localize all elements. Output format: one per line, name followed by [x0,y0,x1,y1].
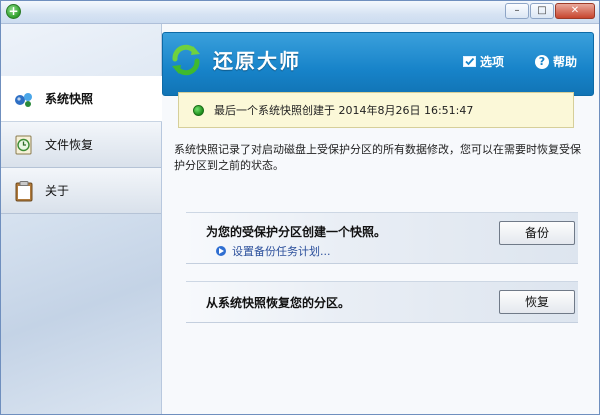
options-label: 选项 [480,55,505,69]
help-label: 帮助 [553,55,578,69]
sidebar: 系统快照 文件恢复 关于 [1,24,162,414]
checkbox-icon [463,56,476,67]
notice-text: 最后一个系统快照创建于 2014年8月26日 16:51:47 [214,104,474,117]
close-button[interactable]: ✕ [555,3,595,19]
last-snapshot-notice: 最后一个系统快照创建于 2014年8月26日 16:51:47 [178,92,574,128]
clipboard-icon [13,180,35,202]
backup-section: 为您的受保护分区创建一个快照。 设置备份任务计划... 备份 [186,212,578,264]
restore-button[interactable]: 恢复 [499,290,575,314]
help-link[interactable]: ? 帮助 [535,53,577,70]
network-globe-icon [13,88,35,110]
sidebar-item-label: 系统快照 [45,92,94,106]
sidebar-item-system-snapshot[interactable]: 系统快照 [1,76,162,122]
schedule-backup-link[interactable]: 设置备份任务计划... [216,243,331,259]
minimize-button[interactable]: – [505,3,529,19]
sidebar-item-label: 文件恢复 [45,138,94,152]
restore-section: 从系统快照恢复您的分区。 恢复 [186,281,578,323]
backup-label: 为您的受保护分区创建一个快照。 [206,225,387,239]
window-controls: – □ ✕ [505,3,595,19]
schedule-link-text: 设置备份任务计划... [232,245,331,258]
app-window: + – □ ✕ 系统快照 文件恢复 关于 还原大师 选项 ? 帮助 最后一个系统… [0,0,600,415]
options-link[interactable]: 选项 [463,53,504,70]
sidebar-item-label: 关于 [45,184,70,198]
main-panel: 还原大师 选项 ? 帮助 最后一个系统快照创建于 2014年8月26日 16:5… [162,24,599,414]
app-plus-icon: + [6,4,21,19]
sidebar-item-file-recovery[interactable]: 文件恢复 [1,122,161,168]
status-ok-icon [193,104,204,116]
header-banner: 还原大师 选项 ? 帮助 [162,32,594,96]
arrow-right-icon [216,246,226,256]
description-text: 系统快照记录了对启动磁盘上受保护分区的所有数据修改，您可以在需要时恢复受保护分区… [174,143,581,172]
title-bar[interactable]: + – □ ✕ [1,1,599,24]
help-question-icon: ? [535,54,549,69]
refresh-arrows-icon [169,43,203,77]
page-title: 还原大师 [213,49,301,73]
backup-button[interactable]: 备份 [499,221,575,245]
sidebar-item-about[interactable]: 关于 [1,168,161,214]
clock-document-icon [13,134,35,156]
restore-label: 从系统快照恢复您的分区。 [206,296,351,310]
maximize-button[interactable]: □ [530,3,554,19]
